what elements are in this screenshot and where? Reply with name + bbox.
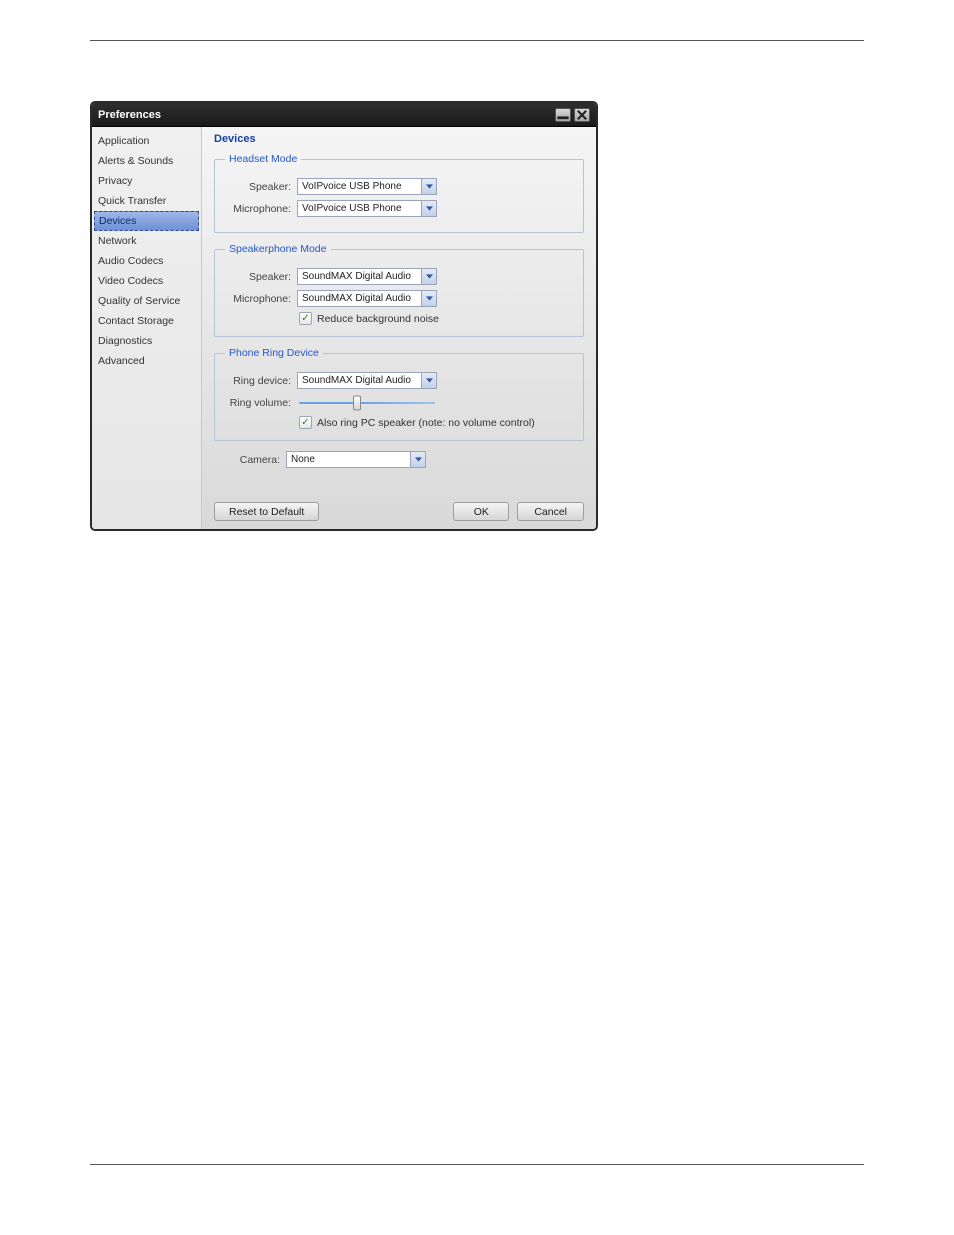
sidebar-item-advanced[interactable]: Advanced bbox=[92, 351, 201, 371]
chevron-down-icon bbox=[410, 452, 425, 467]
speakerphone-mode-group: Speakerphone Mode Speaker: SoundMAX Digi… bbox=[214, 243, 584, 337]
also-ring-pc-speaker-checkbox[interactable]: ✓ bbox=[299, 416, 312, 429]
page-bottom-rule bbox=[90, 1164, 864, 1165]
sidebar-item-diagnostics[interactable]: Diagnostics bbox=[92, 331, 201, 351]
headset-speaker-select[interactable]: VoIPvoice USB Phone bbox=[297, 178, 437, 195]
reduce-noise-label: Reduce background noise bbox=[317, 313, 439, 325]
minimize-icon bbox=[556, 108, 570, 122]
chevron-down-icon bbox=[421, 291, 436, 306]
minimize-button[interactable] bbox=[555, 108, 571, 122]
sidebar-item-audio-codecs[interactable]: Audio Codecs bbox=[92, 251, 201, 271]
preferences-dialog: Preferences Application Alerts & Sounds … bbox=[90, 101, 598, 531]
page-top-rule bbox=[90, 40, 864, 41]
headset-microphone-select[interactable]: VoIPvoice USB Phone bbox=[297, 200, 437, 217]
sidebar-item-alerts-sounds[interactable]: Alerts & Sounds bbox=[92, 151, 201, 171]
ring-volume-label: Ring volume: bbox=[225, 397, 291, 409]
chevron-down-icon bbox=[421, 269, 436, 284]
sidebar-item-network[interactable]: Network bbox=[92, 231, 201, 251]
titlebar: Preferences bbox=[92, 103, 596, 127]
headset-speaker-label: Speaker: bbox=[225, 181, 291, 193]
close-button[interactable] bbox=[574, 108, 590, 122]
ring-device-value: SoundMAX Digital Audio bbox=[302, 375, 411, 386]
sidebar-item-contact-storage[interactable]: Contact Storage bbox=[92, 311, 201, 331]
headset-mode-group: Headset Mode Speaker: VoIPvoice USB Phon… bbox=[214, 153, 584, 233]
speakerphone-microphone-value: SoundMAX Digital Audio bbox=[302, 293, 411, 304]
camera-select[interactable]: None bbox=[286, 451, 426, 468]
ok-button[interactable]: OK bbox=[453, 502, 509, 521]
headset-mode-legend: Headset Mode bbox=[225, 153, 301, 165]
reset-to-default-button[interactable]: Reset to Default bbox=[214, 502, 319, 521]
chevron-down-icon bbox=[421, 373, 436, 388]
speakerphone-microphone-select[interactable]: SoundMAX Digital Audio bbox=[297, 290, 437, 307]
ring-device-label: Ring device: bbox=[225, 375, 291, 387]
headset-microphone-value: VoIPvoice USB Phone bbox=[302, 203, 402, 214]
phone-ring-device-group: Phone Ring Device Ring device: SoundMAX … bbox=[214, 347, 584, 441]
sidebar-item-quality-of-service[interactable]: Quality of Service bbox=[92, 291, 201, 311]
ring-volume-slider[interactable] bbox=[297, 394, 437, 411]
speakerphone-speaker-label: Speaker: bbox=[225, 271, 291, 283]
speakerphone-speaker-value: SoundMAX Digital Audio bbox=[302, 271, 411, 282]
sidebar-item-video-codecs[interactable]: Video Codecs bbox=[92, 271, 201, 291]
sidebar-item-devices[interactable]: Devices bbox=[94, 211, 199, 231]
speakerphone-speaker-select[interactable]: SoundMAX Digital Audio bbox=[297, 268, 437, 285]
dialog-button-bar: Reset to Default OK Cancel bbox=[214, 502, 584, 521]
sidebar-item-quick-transfer[interactable]: Quick Transfer bbox=[92, 191, 201, 211]
speakerphone-microphone-label: Microphone: bbox=[225, 293, 291, 305]
close-icon bbox=[575, 108, 589, 122]
camera-value: None bbox=[291, 454, 315, 465]
main-panel: Devices Headset Mode Speaker: VoIPvoice … bbox=[202, 127, 596, 529]
headset-microphone-label: Microphone: bbox=[225, 203, 291, 215]
slider-track bbox=[299, 402, 435, 404]
chevron-down-icon bbox=[421, 201, 436, 216]
camera-label: Camera: bbox=[214, 454, 280, 466]
window-title: Preferences bbox=[98, 109, 552, 121]
reduce-noise-checkbox[interactable]: ✓ bbox=[299, 312, 312, 325]
phone-ring-device-legend: Phone Ring Device bbox=[225, 347, 323, 359]
sidebar-item-application[interactable]: Application bbox=[92, 131, 201, 151]
slider-thumb[interactable] bbox=[353, 395, 361, 410]
speakerphone-mode-legend: Speakerphone Mode bbox=[225, 243, 331, 255]
ring-device-select[interactable]: SoundMAX Digital Audio bbox=[297, 372, 437, 389]
panel-heading: Devices bbox=[214, 133, 584, 145]
also-ring-pc-speaker-label: Also ring PC speaker (note: no volume co… bbox=[317, 417, 535, 429]
cancel-button[interactable]: Cancel bbox=[517, 502, 584, 521]
category-sidebar: Application Alerts & Sounds Privacy Quic… bbox=[92, 127, 202, 529]
sidebar-item-privacy[interactable]: Privacy bbox=[92, 171, 201, 191]
headset-speaker-value: VoIPvoice USB Phone bbox=[302, 181, 402, 192]
chevron-down-icon bbox=[421, 179, 436, 194]
